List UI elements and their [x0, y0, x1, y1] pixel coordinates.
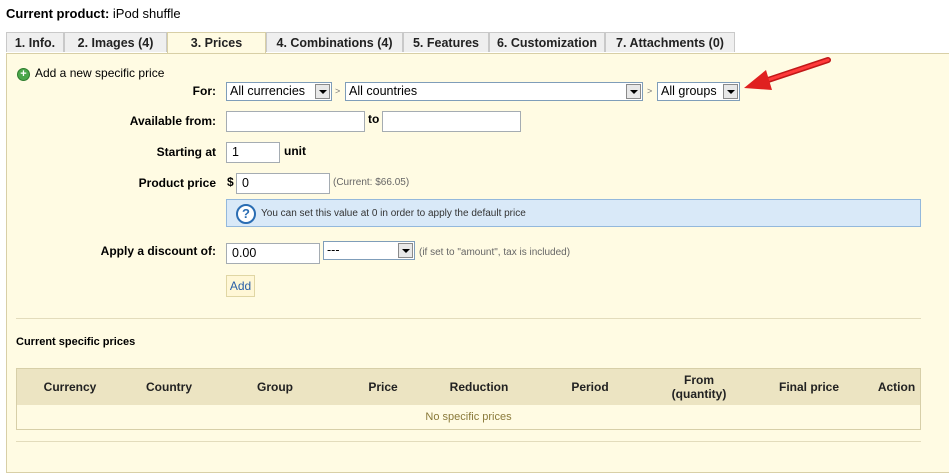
chevron-down-icon [723, 84, 738, 99]
discount-label: Apply a discount of: [100, 244, 216, 258]
discount-type-select[interactable]: --- [323, 241, 415, 260]
divider [16, 318, 921, 319]
empty-row: No specific prices [17, 405, 920, 429]
chevron-down-icon [626, 84, 641, 99]
tab-features[interactable]: 5. Features [403, 32, 489, 52]
starting-quantity-input[interactable]: 1 [226, 142, 280, 163]
tab-attachments[interactable]: 7. Attachments (0) [605, 32, 735, 52]
to-label: to [368, 112, 380, 126]
col-price: Price [368, 380, 398, 394]
chevron-down-icon [398, 243, 413, 258]
discount-note: (if set to "amount", tax is included) [419, 247, 571, 258]
for-label: For: [192, 84, 216, 98]
red-arrow-icon [744, 57, 831, 90]
country-select-value: All countries [349, 84, 418, 98]
tab-customization[interactable]: 6. Customization [489, 32, 605, 52]
product-price-input[interactable]: 0 [236, 173, 330, 194]
col-final-price: Final price [778, 380, 840, 394]
col-currency: Currency [43, 380, 97, 394]
current-product-name: iPod shuffle [112, 6, 181, 21]
col-country: Country [146, 380, 192, 394]
table-header: Currency Country Group Price Reduction P… [17, 369, 920, 405]
group-select[interactable]: All groups [657, 82, 740, 101]
tab-combinations[interactable]: 4. Combinations (4) [266, 32, 403, 52]
separator-icon: > [647, 86, 653, 96]
specific-prices-table: Currency Country Group Price Reduction P… [16, 368, 921, 430]
separator-icon: > [335, 86, 341, 96]
tab-prices[interactable]: 3. Prices [167, 32, 266, 54]
currency-select[interactable]: All currencies [226, 82, 332, 101]
col-action: Action [877, 380, 916, 394]
available-from-label: Available from: [129, 114, 216, 128]
info-text: You can set this value at 0 in order to … [261, 208, 526, 219]
col-reduction: Reduction [449, 380, 509, 394]
current-price-note: (Current: $66.05) [333, 177, 410, 188]
unit-label: unit [284, 144, 306, 158]
starting-at-label: Starting at [156, 145, 216, 159]
col-group: Group [257, 380, 293, 394]
add-new-specific-price-link[interactable]: Add a new specific price [35, 66, 164, 80]
available-from-input[interactable] [226, 111, 365, 132]
divider [16, 441, 921, 442]
add-button[interactable]: Add [226, 275, 255, 297]
chevron-down-icon [315, 84, 330, 99]
section-title: Current specific prices [16, 336, 136, 348]
current-product-heading: Current product: [6, 6, 110, 21]
discount-type-value: --- [327, 243, 340, 257]
available-to-input[interactable] [382, 111, 521, 132]
product-price-label: Product price [138, 176, 216, 190]
add-icon[interactable]: + [17, 68, 30, 81]
tab-info[interactable]: 1. Info. [6, 32, 64, 52]
info-box: ? You can set this value at 0 in order t… [226, 199, 921, 227]
help-icon: ? [236, 204, 256, 224]
currency-symbol: $ [227, 175, 234, 189]
country-select[interactable]: All countries [345, 82, 643, 101]
tab-images[interactable]: 2. Images (4) [64, 32, 167, 52]
col-from-quantity: From (quantity) [671, 373, 727, 401]
current-product-label: Current product: iPod shuffle [6, 6, 181, 21]
group-select-value: All groups [661, 84, 717, 98]
currency-select-value: All currencies [230, 84, 306, 98]
discount-input[interactable]: 0.00 [226, 243, 320, 264]
col-period: Period [571, 380, 609, 394]
